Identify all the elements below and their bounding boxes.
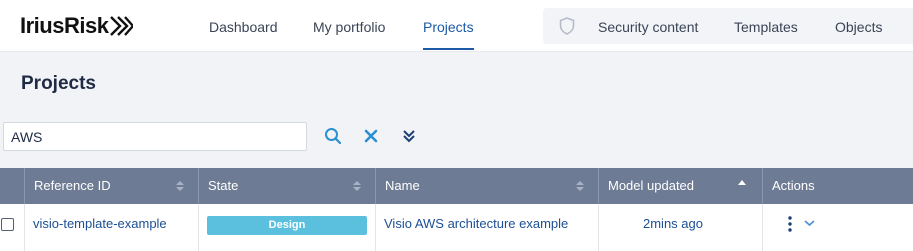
search-input[interactable] (3, 122, 307, 151)
secondary-navigation: Security content Templates Objects (543, 8, 913, 44)
cell-model-updated: 2mins ago (598, 204, 762, 251)
double-chevron-down-icon (403, 130, 415, 143)
column-header-name[interactable]: Name (375, 168, 598, 204)
column-label: Reference ID (34, 178, 111, 193)
sort-ascending-icon (738, 180, 746, 185)
kebab-menu-icon[interactable] (787, 216, 793, 232)
sort-icon (176, 181, 184, 191)
table-header: Reference ID State Name Model updated Ac… (0, 168, 913, 204)
clear-search-button[interactable] (360, 124, 382, 148)
column-label: Name (385, 178, 420, 193)
expand-filters-button[interactable] (398, 124, 420, 148)
project-name-link[interactable]: Visio AWS architecture example (384, 216, 568, 231)
nav-my-portfolio[interactable]: My portfolio (313, 0, 385, 52)
nav-dashboard[interactable]: Dashboard (209, 0, 278, 52)
reference-id-link[interactable]: visio-template-example (33, 216, 167, 231)
nav-projects[interactable]: Projects (423, 0, 474, 52)
sort-icon (576, 181, 584, 191)
cell-name[interactable]: Visio AWS architecture example (375, 204, 598, 251)
cell-reference-id[interactable]: visio-template-example (24, 204, 198, 251)
nav-objects[interactable]: Objects (835, 8, 882, 44)
cell-state: Design (198, 204, 375, 251)
search-icon (325, 128, 342, 145)
nav-security-content[interactable]: Security content (598, 8, 698, 44)
table-row[interactable]: visio-template-example Design Visio AWS … (0, 204, 913, 251)
column-label: Actions (772, 178, 815, 193)
state-badge: Design (207, 216, 367, 235)
chevron-down-icon[interactable] (804, 218, 815, 228)
logo-wordmark: IriusRisk (20, 13, 109, 38)
iriusrisk-logo[interactable]: IriusRisk (20, 13, 134, 39)
top-navigation-bar: IriusRisk Dashboard My portfolio Project… (0, 0, 913, 52)
page-title: Projects (21, 73, 96, 94)
main-content: Projects Reference ID State (0, 52, 913, 251)
column-header-actions: Actions (762, 168, 913, 204)
cell-actions (762, 204, 913, 251)
row-select-checkbox[interactable] (1, 218, 14, 231)
column-header-model-updated[interactable]: Model updated (598, 168, 762, 204)
search-button[interactable] (322, 124, 344, 148)
column-header-reference-id[interactable]: Reference ID (24, 168, 198, 204)
close-icon (364, 129, 378, 143)
shield-icon (559, 17, 575, 35)
logo-chevrons-icon (110, 16, 134, 36)
model-updated-value: 2mins ago (643, 216, 703, 231)
sort-icon (353, 181, 361, 191)
column-label: State (208, 178, 239, 193)
column-header-state[interactable]: State (198, 168, 375, 204)
nav-templates[interactable]: Templates (734, 8, 798, 44)
column-label: Model updated (608, 178, 695, 193)
